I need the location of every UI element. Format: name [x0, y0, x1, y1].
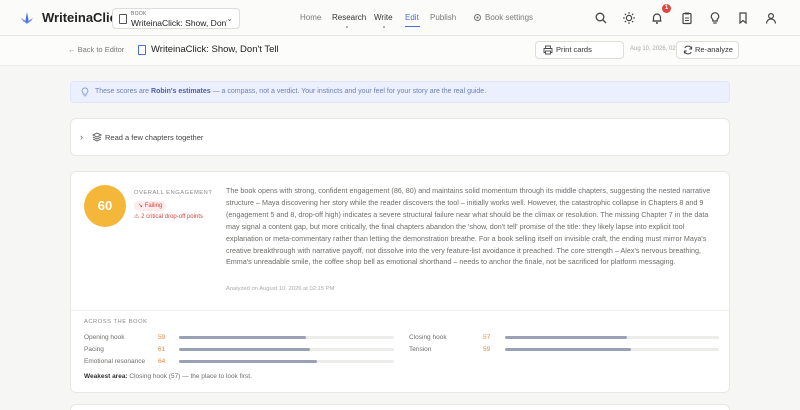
metric-track — [505, 336, 719, 339]
metric-fill — [179, 336, 306, 339]
metric-fill — [505, 336, 627, 339]
nav-edit[interactable]: Edit — [405, 13, 419, 22]
metric-track — [179, 348, 394, 351]
back-label: Back to Editor — [77, 45, 125, 54]
metric-value: 57 — [483, 334, 491, 341]
nav-publish[interactable]: Publish — [430, 13, 456, 22]
nav-book-settings[interactable]: Book settings — [485, 13, 533, 22]
across-the-book-label: ACROSS THE BOOK — [84, 319, 148, 325]
book-icon — [119, 14, 127, 24]
sun-icon[interactable] — [622, 11, 636, 25]
engagement-summary: The book opens with strong, confident en… — [226, 186, 711, 267]
metric-value: 59 — [483, 346, 491, 353]
lightbulb-icon — [81, 87, 89, 97]
print-cards-label: Print cards — [556, 45, 592, 54]
layers-icon — [92, 132, 102, 142]
overall-engagement-label: OVERALL ENGAGEMENT — [134, 190, 213, 196]
engagement-score: 60 — [84, 185, 126, 227]
printer-icon — [543, 45, 553, 55]
nav-write[interactable]: Write — [374, 13, 393, 22]
book-picker-title: WriteinaClick: Show, Don't ... — [131, 18, 227, 28]
document-icon — [138, 45, 146, 55]
metric-value: 64 — [158, 358, 166, 365]
lightbulb-icon[interactable] — [708, 11, 722, 25]
weakest-text: Closing hook (57) — the place to look fi… — [127, 373, 252, 380]
bookmark-icon[interactable] — [736, 11, 750, 25]
re-analyze-label: Re-analyze — [695, 45, 733, 54]
analyzed-timestamp: Analyzed on August 10, 2026 at 02:15 PM — [226, 286, 335, 292]
user-icon[interactable] — [764, 11, 778, 25]
nav-research-dot — [346, 26, 348, 28]
notification-badge: 1 — [662, 4, 671, 13]
logo-icon — [21, 12, 33, 24]
banner-suffix: — a compass, not a verdict. Your instinc… — [210, 88, 487, 95]
weakest-label: Weakest area: — [84, 373, 128, 380]
metric-name: Opening hook — [84, 334, 125, 341]
dropoff-warning: ⚠ 2 critical drop-off points — [134, 213, 203, 220]
metric-name: Pacing — [84, 346, 104, 353]
metric-track — [505, 348, 719, 351]
gear-icon — [473, 13, 482, 22]
bell-icon[interactable] — [650, 11, 664, 25]
print-cards-button[interactable]: Print cards — [535, 41, 624, 59]
metric-fill — [179, 348, 311, 351]
clipboard-icon[interactable] — [680, 11, 694, 25]
metric-fill — [179, 360, 317, 363]
metric-value: 61 — [158, 346, 166, 353]
divider — [71, 310, 729, 311]
read-chapters-card[interactable]: › Read a few chapters together — [70, 118, 730, 156]
metric-name: Closing hook — [409, 334, 447, 341]
banner-highlight: Robin's estimates — [151, 88, 211, 95]
dropoff-text: 2 critical drop-off points — [141, 214, 203, 220]
nav-write-dot — [383, 26, 385, 28]
read-chapters-label: Read a few chapters together — [105, 133, 204, 142]
engagement-card: 60 OVERALL ENGAGEMENT ↘ Failing ⚠ 2 crit… — [70, 171, 730, 393]
search-icon[interactable] — [594, 11, 608, 25]
chevron-right-icon: › — [80, 132, 83, 142]
book-picker[interactable]: BOOK WriteinaClick: Show, Don't ... ⌄ — [112, 8, 240, 29]
metric-name: Emotional resonance — [84, 358, 146, 365]
chevron-down-icon: ⌄ — [226, 14, 233, 23]
back-to-editor-link[interactable]: ← Back to Editor — [68, 45, 124, 54]
weakest-area: Weakest area: Closing hook (57) — the pl… — [84, 373, 252, 380]
metric-fill — [505, 348, 632, 351]
refresh-icon — [683, 45, 693, 55]
nav-research[interactable]: Research — [332, 13, 366, 22]
nav-home[interactable]: Home — [300, 13, 321, 22]
warning-icon: ↘ — [138, 203, 144, 209]
banner-prefix: These scores are — [95, 88, 152, 95]
estimates-banner: These scores are Robin's estimates — a c… — [70, 81, 730, 103]
metric-track — [179, 336, 394, 339]
metric-track — [179, 360, 394, 363]
banner-text: These scores are Robin's estimates — a c… — [95, 88, 486, 95]
metric-value: 59 — [158, 334, 166, 341]
status-badge: ↘ Failing — [134, 201, 167, 211]
nav-active-indicator — [405, 26, 420, 28]
alert-triangle-icon: ⚠ — [134, 214, 140, 220]
top-bar: WriteinaClick BOOK WriteinaClick: Show, … — [0, 0, 800, 36]
re-analyze-button[interactable]: Re-analyze — [676, 41, 739, 59]
book-picker-label: BOOK — [131, 11, 147, 17]
status-text: Failing — [144, 203, 163, 209]
page-title: WriteinaClick: Show, Don't Tell — [151, 44, 279, 55]
metric-name: Tension — [409, 346, 432, 353]
next-card-peek — [70, 404, 730, 410]
